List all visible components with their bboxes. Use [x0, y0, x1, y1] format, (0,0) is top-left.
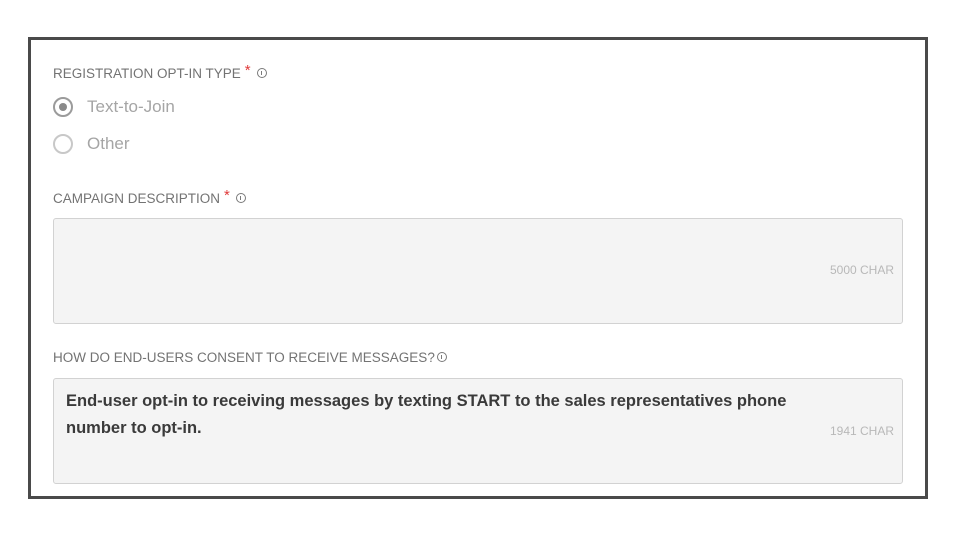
required-asterisk: *: [244, 62, 251, 79]
radio-option-text-to-join[interactable]: Text-to-Join: [53, 97, 175, 117]
radio-label-other: Other: [87, 134, 130, 153]
consent-label-text: HOW DO END-USERS CONSENT TO RECEIVE MESS…: [53, 350, 435, 365]
campaign-char-count: 5000 CHAR: [829, 263, 894, 277]
campaign-description-field[interactable]: 5000 CHAR: [53, 218, 903, 324]
optin-type-label-text: REGISTRATION OPT-IN TYPE: [53, 66, 241, 81]
info-icon[interactable]: [256, 67, 267, 78]
radio-label-text-to-join: Text-to-Join: [87, 97, 175, 116]
consent-char-count: 1941 CHAR: [829, 424, 894, 438]
campaign-description-label-text: CAMPAIGN DESCRIPTION: [53, 191, 221, 206]
radio-option-other[interactable]: Other: [53, 134, 130, 154]
form-panel: REGISTRATION OPT-IN TYPE * Text-to-Join …: [28, 37, 928, 499]
consent-value: End-user opt-in to receiving messages by…: [66, 392, 787, 437]
info-icon[interactable]: [235, 192, 246, 203]
radio-checked-icon[interactable]: [53, 97, 73, 117]
radio-unchecked-icon[interactable]: [53, 134, 73, 154]
info-icon[interactable]: [436, 351, 447, 362]
consent-label: HOW DO END-USERS CONSENT TO RECEIVE MESS…: [53, 350, 447, 365]
required-asterisk: *: [224, 187, 230, 204]
optin-type-label: REGISTRATION OPT-IN TYPE *: [53, 62, 267, 82]
consent-field[interactable]: End-user opt-in to receiving messages by…: [53, 378, 903, 484]
campaign-description-label: CAMPAIGN DESCRIPTION *: [53, 187, 246, 207]
